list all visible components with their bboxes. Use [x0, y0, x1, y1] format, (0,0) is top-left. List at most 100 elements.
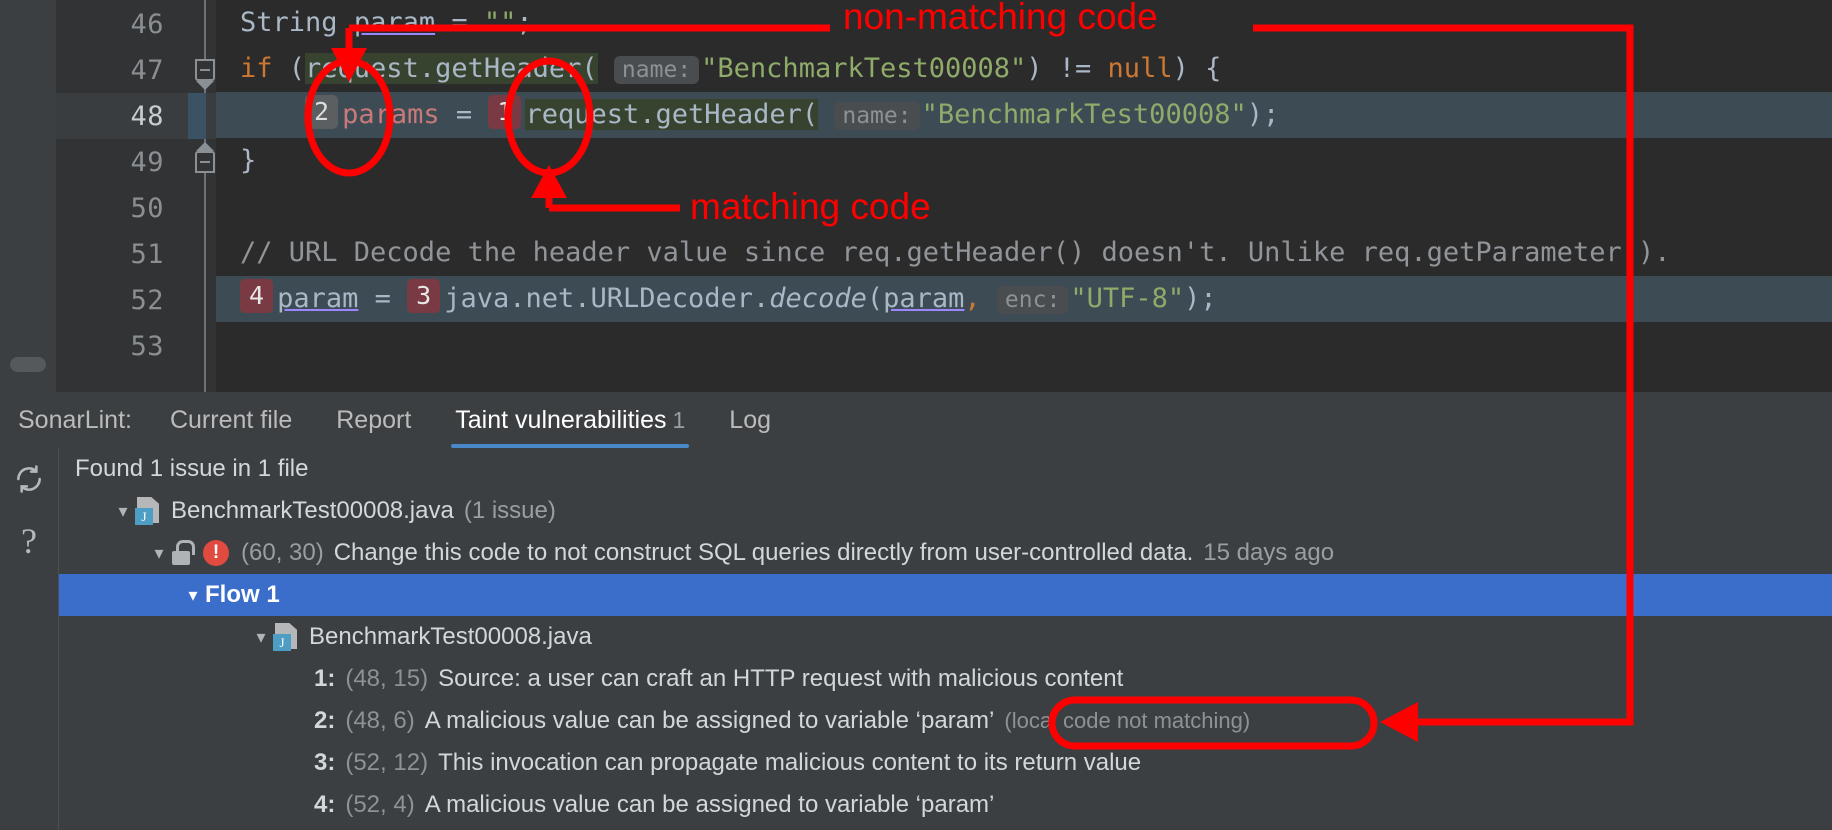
flow-step-row[interactable]: 3: (52, 12) This invocation can propagat…	[59, 742, 1832, 784]
flow-step-badge-3[interactable]: 3	[407, 279, 441, 313]
fold-collapse-icon[interactable]	[195, 59, 215, 81]
code-token-comma: ,	[964, 283, 981, 314]
tree-file-node[interactable]: ▾ J BenchmarkTest00008.java (1 issue)	[59, 490, 1832, 532]
tab-count-badge: 1	[672, 407, 686, 433]
file-name-label: BenchmarkTest00008.java	[171, 497, 454, 524]
taint-tree[interactable]: Found 1 issue in 1 file ▾ J BenchmarkTes…	[58, 448, 1832, 830]
tree-flow-node[interactable]: ▾ Flow 1	[59, 574, 1832, 616]
code-token-variable: params	[342, 99, 440, 130]
flow-step-row[interactable]: 4: (52, 4) A malicious value can be assi…	[59, 784, 1832, 826]
tab-taint-vulnerabilities[interactable]: Taint vulnerabilities 1	[451, 392, 690, 448]
screenshot-root: 46 47 48 49 50 51 52 53 String param = "…	[0, 0, 1832, 830]
code-token-string: ""	[483, 7, 517, 38]
code-token-operator: =	[435, 7, 484, 38]
code-token-punct: ;	[516, 7, 533, 38]
error-severity-icon: !	[203, 540, 229, 566]
line-number: 52	[130, 284, 164, 316]
code-token-string: "BenchmarkTest00008"	[701, 53, 1027, 84]
panel-title: SonarLint:	[18, 405, 132, 434]
code-line-47: if (request.getHeader( name: "BenchmarkTe…	[216, 46, 1832, 92]
lock-icon	[171, 540, 195, 566]
code-token-punct: );	[1184, 283, 1217, 314]
flow-step-row[interactable]: 1: (48, 15) Source: a user can craft an …	[59, 658, 1832, 700]
step-location: (52, 4)	[345, 791, 415, 818]
flow-step-badge-4[interactable]: 4	[240, 279, 274, 313]
code-token-comment: // URL Decode the header value since req…	[240, 237, 1671, 268]
code-line-48: 2 params = 1 request.getHeader( name: "Benc…	[216, 92, 1832, 138]
tab-report[interactable]: Report	[332, 392, 415, 448]
refresh-icon[interactable]	[12, 462, 46, 496]
tab-current-file[interactable]: Current file	[166, 392, 296, 448]
step-location: (48, 6)	[345, 707, 415, 734]
code-token-keyword: if	[240, 53, 273, 84]
step-index: 4:	[314, 791, 336, 818]
tab-log[interactable]: Log	[725, 392, 775, 448]
tree-summary: Found 1 issue in 1 file	[59, 448, 1832, 490]
gutter-row: 49	[56, 139, 216, 185]
issue-age: 15 days ago	[1203, 539, 1335, 566]
code-token-null: null	[1091, 53, 1173, 84]
gutter-row-current: 48	[56, 93, 216, 139]
flow-step-row[interactable]: 2: (48, 6) A malicious value can be assi…	[59, 700, 1832, 742]
code-editor: 46 47 48 49 50 51 52 53 String param = "…	[0, 0, 1832, 392]
gutter-row: 47	[56, 47, 216, 93]
code-token-receiver: request	[525, 99, 640, 130]
fold-arrow-down-icon	[196, 81, 214, 90]
code-token-operator: !=	[1058, 53, 1092, 84]
summary-label: Found 1 issue in 1 file	[75, 455, 309, 482]
gutter-row: 46	[56, 1, 216, 47]
gutter-row: 50	[56, 185, 216, 231]
line-number: 47	[130, 54, 164, 86]
chevron-down-icon[interactable]: ▾	[181, 585, 205, 606]
tree-flow-file-node[interactable]: ▾ J BenchmarkTest00008.java	[59, 616, 1832, 658]
parameter-hint: enc:	[996, 286, 1069, 314]
code-line-51: // URL Decode the header value since req…	[216, 230, 1832, 276]
editor-gutter[interactable]: 46 47 48 49 50 51 52 53	[56, 0, 216, 392]
fold-expand-icon[interactable]	[195, 151, 215, 173]
gutter-row: 51	[56, 231, 216, 277]
editor-left-strip	[0, 0, 56, 392]
line-number: 51	[130, 238, 164, 270]
step-index: 3:	[314, 749, 336, 776]
tab-label: Taint vulnerabilities	[455, 406, 667, 434]
code-token-punct: )	[1026, 53, 1059, 84]
code-token-call: .getHeader(	[639, 99, 819, 130]
java-file-icon: J	[273, 623, 299, 651]
step-not-matching-note: (local code not matching)	[1004, 708, 1251, 733]
tree-issue-node[interactable]: ▾ ! (60, 30) Change this code to not con…	[59, 532, 1832, 574]
code-token-punct: );	[1246, 99, 1280, 130]
gutter-row: 52	[56, 277, 216, 323]
line-number: 53	[130, 330, 164, 362]
step-message: Source: a user can craft an HTTP request…	[438, 665, 1124, 692]
parameter-hint: name:	[834, 102, 920, 130]
chevron-down-icon[interactable]: ▾	[147, 543, 171, 564]
issue-message: Change this code to not construct SQL qu…	[333, 539, 1194, 566]
editor-handle-pill[interactable]	[10, 357, 46, 372]
code-line-46: String param = "";	[216, 0, 1832, 46]
help-icon[interactable]: ?	[12, 521, 46, 561]
code-token-operator: =	[358, 283, 408, 314]
java-file-icon: J	[135, 497, 161, 525]
taint-vulnerabilities-panel: ? Found 1 issue in 1 file ▾ J BenchmarkT…	[0, 448, 1832, 830]
code-token-punct: (	[866, 283, 884, 314]
flow-label: Flow 1	[205, 581, 280, 608]
step-message: A malicious value can be assigned to var…	[424, 707, 995, 734]
code-token-method: decode	[769, 283, 867, 314]
step-location: (52, 12)	[345, 749, 429, 776]
code-line-49: }	[216, 138, 1832, 184]
code-token-variable: param	[353, 7, 436, 38]
chevron-down-icon[interactable]: ▾	[249, 627, 273, 648]
flow-step-badge-1[interactable]: 1	[488, 95, 522, 129]
issue-location: (60, 30)	[241, 539, 324, 566]
code-text-area[interactable]: String param = ""; if (request.getHeader…	[216, 0, 1832, 392]
step-index: 2:	[314, 707, 336, 734]
code-token-string: "UTF-8"	[1070, 283, 1185, 314]
flow-step-badge-2[interactable]: 2	[305, 95, 339, 129]
chevron-down-icon[interactable]: ▾	[111, 501, 135, 522]
fold-arrow-up-icon	[196, 142, 214, 151]
sonarlint-tabbar: SonarLint: Current file Report Taint vul…	[0, 392, 1832, 448]
code-token-package: java.net.URLDecoder.	[444, 283, 770, 314]
panel-toolbar: ?	[0, 448, 58, 830]
